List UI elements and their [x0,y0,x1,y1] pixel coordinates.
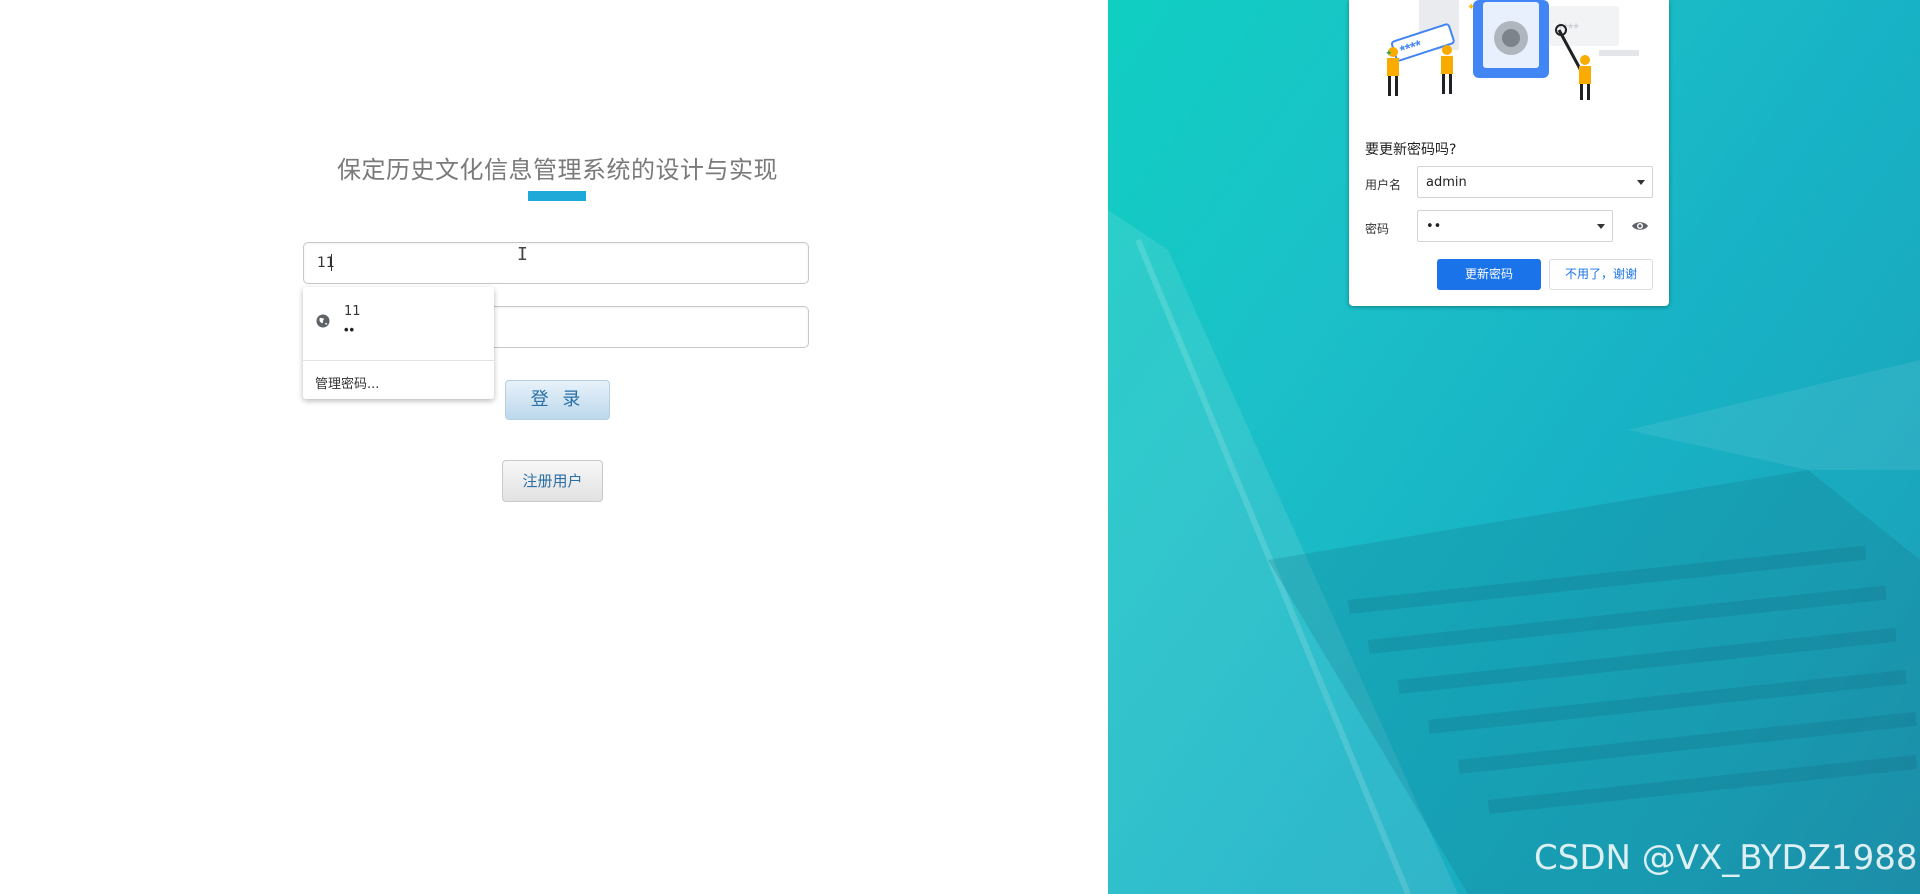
autofill-dropdown: 11 •• 管理密码... [303,287,494,399]
chevron-down-icon [1597,224,1605,229]
dropdown-divider [303,360,494,361]
decline-button[interactable]: 不用了，谢谢 [1549,259,1653,290]
chevron-down-icon [1637,180,1645,185]
password-select[interactable]: •• [1417,210,1613,242]
username-input[interactable]: 11 [303,242,809,284]
password-safe-illustration: **** **** ✦ ✦ [1385,0,1639,100]
page-title: 保定历史文化信息管理系统的设计与实现 [337,156,778,184]
password-label: 密码 [1365,222,1390,236]
password-select-value: •• [1426,219,1442,234]
autofill-password: •• [344,322,356,337]
svg-text:✦: ✦ [1467,2,1475,13]
autofill-suggestion[interactable]: 11 •• [303,287,494,360]
update-password-button[interactable]: 更新密码 [1437,259,1541,290]
update-password-dialog: **** **** ✦ ✦ 要更新密码吗? 用户名 admin 密码 •• 更新… [1349,0,1669,306]
dialog-title: 要更新密码吗? [1365,142,1457,158]
text-caret [331,254,332,271]
svg-text:✦: ✦ [1385,48,1393,58]
title-underline [528,191,586,201]
login-button[interactable]: 登 录 [505,380,610,420]
username-input-value: 11 [317,255,335,271]
ibeam-cursor-icon: I [517,244,528,265]
register-button[interactable]: 注册用户 [502,460,603,502]
autofill-username: 11 [344,304,361,319]
username-select[interactable]: admin [1417,166,1653,198]
username-label: 用户名 [1365,178,1402,192]
manage-passwords-link[interactable]: 管理密码... [315,373,379,392]
login-panel: 保定历史文化信息管理系统的设计与实现 11 I 登 录 注册用户 11 •• 管… [0,0,1108,894]
username-select-value: admin [1426,175,1467,190]
watermark-text: CSDN @VX_BYDZ1988 [1534,838,1918,878]
globe-icon [316,314,330,328]
eye-icon[interactable] [1631,220,1649,232]
